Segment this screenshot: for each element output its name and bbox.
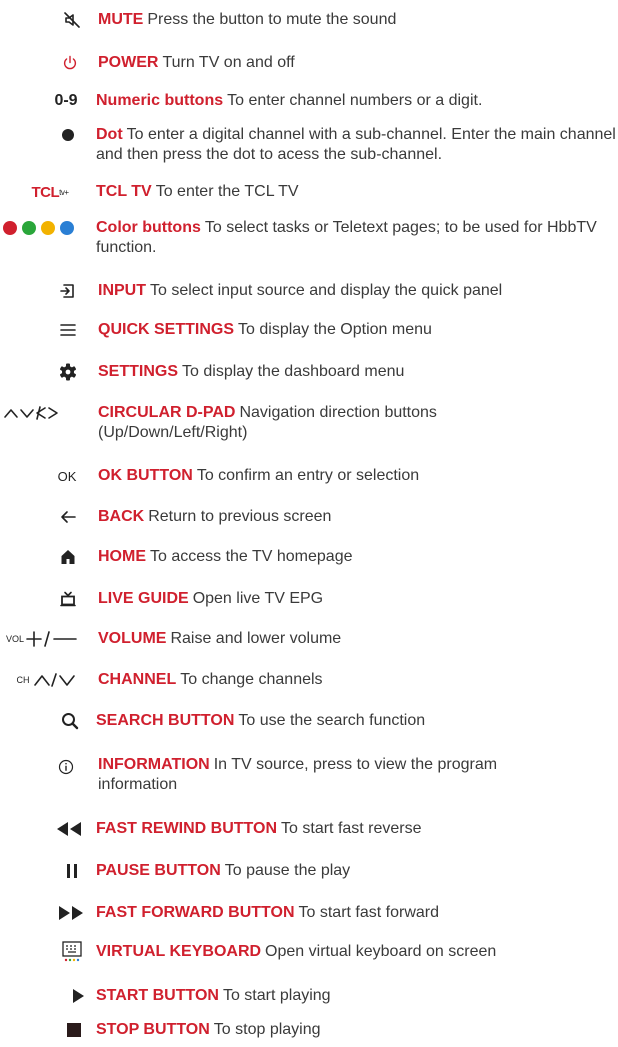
list-item: POWER Turn TV on and off	[0, 51, 618, 75]
item-desc: To start playing	[222, 987, 331, 1004]
item-label: OK BUTTON	[98, 467, 193, 484]
item-label: Dot	[96, 126, 123, 143]
list-item: SEARCH BUTTON To use the search function	[0, 709, 618, 733]
list-item: INPUT To select input source and display …	[0, 279, 618, 303]
item-label: CIRCULAR D-PAD	[98, 404, 236, 421]
volume-icon: VOL	[4, 629, 80, 649]
list-item: SETTINGS To display the dashboard menu	[0, 360, 618, 384]
input-icon	[58, 281, 78, 301]
list-item: OK OK BUTTON To confirm an entry or selec…	[0, 464, 618, 488]
item-desc: To stop playing	[213, 1021, 321, 1038]
item-label: INPUT	[98, 282, 146, 299]
item-desc: Turn TV on and off	[162, 54, 295, 71]
list-item: CH CHANNEL To change channels	[0, 668, 618, 692]
item-desc: Open virtual keyboard on screen	[265, 943, 497, 960]
item-label: Numeric buttons	[96, 92, 224, 109]
item-label: BACK	[98, 508, 145, 525]
item-desc: Raise and lower volume	[170, 630, 342, 647]
item-desc: To access the TV homepage	[150, 548, 353, 565]
item-desc: Press the button to mute the sound	[147, 11, 397, 28]
power-icon	[60, 53, 80, 73]
item-desc: To confirm an entry or selection	[196, 467, 420, 484]
item-label: LIVE GUIDE	[98, 590, 189, 607]
item-desc: Return to previous screen	[148, 508, 332, 525]
item-desc: To enter a digital channel with a sub-ch…	[96, 126, 616, 163]
list-item: QUICK SETTINGS To display the Option menu	[0, 318, 618, 342]
list-item: FAST REWIND BUTTON To start fast reverse	[0, 817, 618, 841]
list-item: PAUSE BUTTON To pause the play	[0, 859, 618, 883]
item-label: START BUTTON	[96, 987, 219, 1004]
list-item: INFORMATION In TV source, press to view t…	[0, 753, 618, 797]
search-icon	[60, 711, 80, 731]
list-item: 0-9 Numeric buttons To enter channel numb…	[0, 89, 618, 113]
item-desc: To enter the TCL TV	[155, 183, 299, 200]
keyboard-icon	[60, 940, 84, 964]
color-buttons-icon	[0, 218, 80, 238]
item-desc: To start fast reverse	[281, 820, 422, 837]
list-item: CIRCULAR D-PAD Navigation direction butto…	[0, 401, 618, 445]
list-item: TCL tv+ TCL TV To enter the TCL TV	[0, 180, 618, 204]
item-desc: To pause the play	[224, 862, 351, 879]
list-item: VIRTUAL KEYBOARD Open virtual keyboard on…	[0, 938, 618, 966]
item-desc: To display the dashboard menu	[182, 363, 405, 380]
item-label: FAST FORWARD BUTTON	[96, 904, 295, 921]
volume-icon-text: VOL	[5, 634, 24, 644]
item-label: PAUSE BUTTON	[96, 862, 221, 879]
item-label: FAST REWIND BUTTON	[96, 820, 278, 837]
item-desc: Open live TV EPG	[192, 590, 324, 607]
item-desc: To select input source and display the q…	[150, 282, 503, 299]
info-icon	[56, 757, 76, 777]
list-item: LIVE GUIDE Open live TV EPG	[0, 587, 618, 611]
item-desc: To change channels	[180, 671, 323, 688]
list-item: FAST FORWARD BUTTON To start fast forward	[0, 901, 618, 925]
item-label: STOP BUTTON	[96, 1021, 210, 1038]
fast-forward-icon	[56, 903, 86, 923]
home-icon	[58, 547, 78, 567]
item-label: SEARCH BUTTON	[96, 712, 235, 729]
tv-guide-icon	[58, 589, 78, 609]
mute-icon	[62, 10, 82, 30]
item-label: CHANNEL	[98, 671, 177, 688]
tcl-logo-text: TCL	[31, 183, 60, 201]
list-item: VOL VOLUME Raise and lower volume	[0, 627, 618, 651]
tcl-logo-sup: tv+	[59, 187, 69, 197]
channel-icon-text: CH	[16, 675, 30, 685]
item-desc: To use the search function	[238, 712, 426, 729]
item-label: Color buttons	[96, 219, 201, 236]
channel-icon: CH	[14, 670, 80, 690]
list-item: Color buttons To select tasks or Teletext…	[0, 216, 618, 260]
tcl-tv-logo: TCL tv+	[22, 182, 78, 202]
rewind-icon	[54, 819, 84, 839]
item-desc: To start fast forward	[298, 904, 440, 921]
item-label: TCL TV	[96, 183, 152, 200]
list-item: STOP BUTTON To stop playing	[0, 1018, 618, 1042]
item-label: POWER	[98, 54, 159, 71]
list-item: MUTE Press the button to mute the sound	[0, 8, 618, 32]
list-item: START BUTTON To start playing	[0, 984, 618, 1008]
item-label: VIRTUAL KEYBOARD	[96, 943, 262, 960]
pause-icon	[62, 861, 82, 881]
item-desc: To enter channel numbers or a digit.	[227, 92, 483, 109]
ok-icon: OK	[57, 468, 77, 484]
item-label: VOLUME	[98, 630, 167, 647]
item-desc: To display the Option menu	[238, 321, 432, 338]
list-item: Dot To enter a digital channel with a sub…	[0, 123, 618, 167]
item-label: HOME	[98, 548, 146, 565]
menu-icon	[58, 320, 78, 340]
play-icon	[68, 986, 88, 1006]
gear-icon	[58, 362, 78, 382]
list-item: HOME To access the TV homepage	[0, 545, 618, 569]
dot-icon	[58, 125, 78, 145]
item-label: QUICK SETTINGS	[98, 321, 235, 338]
back-arrow-icon	[58, 507, 78, 527]
item-label: INFORMATION	[98, 756, 210, 773]
numeric-icon: 0-9	[54, 92, 78, 109]
item-label: MUTE	[98, 11, 144, 28]
item-label: SETTINGS	[98, 363, 179, 380]
list-item: BACK Return to previous screen	[0, 505, 618, 529]
stop-icon	[64, 1020, 84, 1040]
dpad-arrows-icon	[2, 403, 78, 423]
